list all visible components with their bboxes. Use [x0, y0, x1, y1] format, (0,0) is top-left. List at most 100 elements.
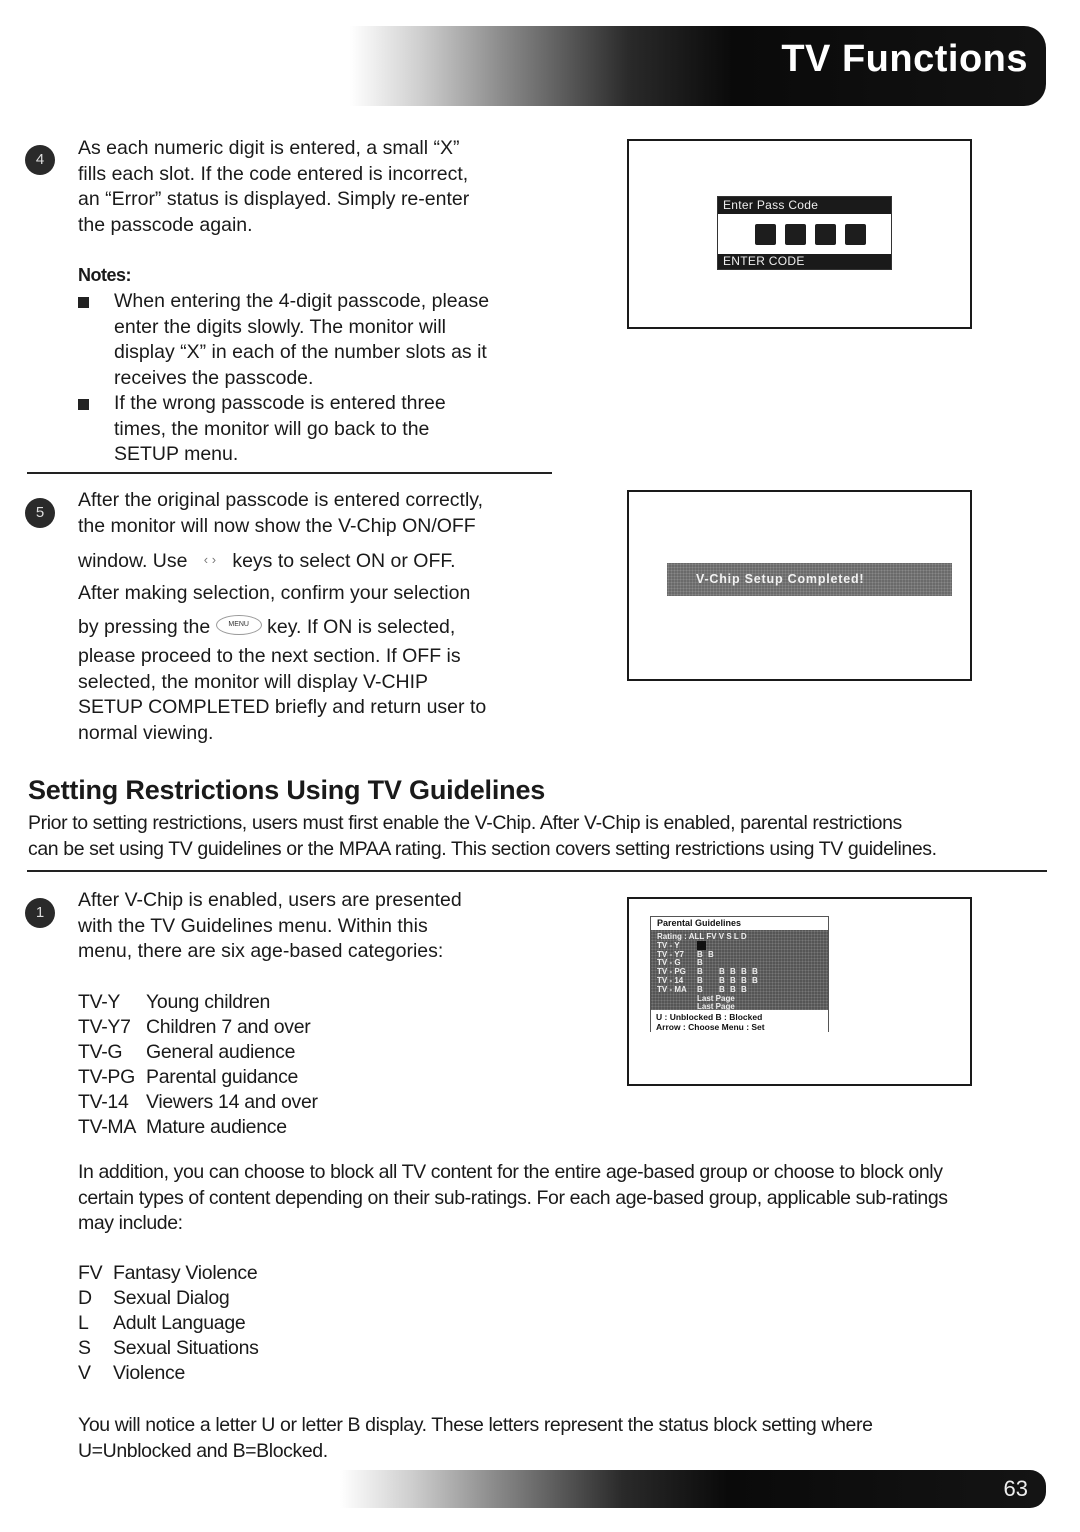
rating-row[interactable]: TV - MA B B B B	[657, 985, 828, 994]
text-line: After V-Chip is enabled, users are prese…	[78, 889, 462, 911]
rating-cells: BBBB	[697, 985, 763, 994]
category-desc: Parental guidance	[146, 1066, 299, 1088]
sub-rating-code: V	[78, 1362, 91, 1384]
rating-status-cell[interactable]: B	[697, 976, 708, 985]
rating-row-label: TV - Y	[657, 940, 680, 950]
text-line: selected, the monitor will display V-CHI…	[78, 670, 429, 693]
rating-status-cell[interactable]: B	[741, 967, 752, 976]
menu-key-icon: MENU	[215, 615, 262, 636]
rating-status-cell[interactable]: B	[697, 958, 708, 967]
rating-status-cell[interactable]	[708, 958, 719, 967]
rating-row-label: TV - Y7	[657, 949, 684, 959]
text-line: SETUP COMPLETED briefly and return user …	[78, 696, 487, 718]
rating-status-cell[interactable]: B	[697, 950, 708, 959]
text-span: by pressing the	[78, 615, 211, 638]
sub-rating-list: FV Fantasy Violence D Sexual Dialog L Adult…	[78, 1261, 259, 1386]
rating-row-label: TV - 14	[657, 975, 684, 985]
text-line: Prior to setting restrictions, users mus…	[28, 812, 902, 834]
rating-status-cell[interactable]	[752, 958, 763, 967]
sub-rating-code: FV	[78, 1262, 103, 1284]
rating-status-cell[interactable]: B	[719, 967, 730, 976]
rating-row-label: TV - PG	[657, 967, 686, 977]
rating-status-cell[interactable]: B	[730, 967, 741, 976]
rating-cells: B	[697, 958, 763, 967]
text-line: enter the digits slowly. The monitor wil…	[114, 315, 446, 338]
rating-status-cell[interactable]	[708, 976, 719, 985]
parental-guidelines-screen: Parental Guidelines Rating : ALL FV V S …	[627, 897, 972, 1086]
rating-status-cell[interactable]	[741, 950, 752, 959]
rating-status-cell[interactable]	[719, 941, 730, 950]
notes-list: When entering the 4-digit passcode, plea…	[78, 289, 558, 468]
passcode-slot	[815, 223, 836, 245]
sub-rating-code: S	[78, 1337, 91, 1359]
rating-status-cell[interactable]	[752, 950, 763, 959]
divider	[27, 870, 1047, 872]
rating-status-cell[interactable]	[719, 958, 730, 967]
rating-status-cell[interactable]: B	[730, 976, 741, 985]
rating-status-cell[interactable]	[730, 958, 741, 967]
controls-hint: Arrow : Choose Menu : Set	[656, 1022, 765, 1032]
rating-row[interactable]: TV - PG B B B B B	[657, 967, 828, 976]
rating-header-row: Rating : ALL FV V S L D	[657, 932, 747, 941]
vchip-complete-message: V-Chip Setup Completed!	[667, 563, 952, 596]
category-row: TV-G General audience	[78, 1040, 318, 1065]
rating-status-cell[interactable]: B	[708, 950, 719, 959]
rating-status-cell[interactable]	[752, 985, 763, 994]
passcode-slot	[755, 223, 776, 245]
passcode-screen: Enter Pass Code ENTER CODE	[627, 139, 972, 329]
rating-status-cell[interactable]: B	[752, 976, 763, 985]
note-item: If the wrong passcode is entered three t…	[78, 391, 558, 468]
text-line: After the original passcode is entered c…	[78, 489, 484, 511]
rating-status-cell[interactable]: B	[741, 976, 752, 985]
section-title: Setting Restrictions Using TV Guidelines	[28, 775, 546, 805]
text-line: by pressing the MENU key. If ON is selec…	[78, 615, 558, 641]
text-line: When entering the 4-digit passcode, plea…	[114, 290, 490, 312]
step-1-badge: 1	[25, 898, 55, 928]
step-5-badge: 5	[25, 498, 55, 528]
text-line: please proceed to the next section. If O…	[78, 645, 461, 667]
category-row: TV-MA Mature audience	[78, 1115, 318, 1140]
rating-status-cell[interactable]	[708, 941, 719, 950]
category-code: TV-G	[78, 1041, 123, 1063]
text-line: the monitor will now show the V-Chip ON/…	[78, 514, 476, 537]
text-line: an “Error” status is displayed. Simply r…	[78, 188, 470, 210]
category-code: TV-14	[78, 1091, 129, 1113]
rating-status-cell[interactable]: B	[719, 985, 730, 994]
rating-status-cell[interactable]: B	[741, 985, 752, 994]
text-line: window. Use ‹ › keys to select ON or OFF…	[78, 549, 558, 575]
rating-status-cell[interactable]	[741, 941, 752, 950]
rating-row[interactable]: TV - Y U	[657, 940, 828, 950]
parental-guidelines-title: Parental Guidelines	[651, 917, 828, 930]
status-legend: U : Unblocked B : Blocked	[656, 1012, 763, 1022]
sub-rating-desc: Violence	[113, 1362, 186, 1384]
rating-row[interactable]: TV - G B	[657, 958, 828, 967]
text-line: After making selection, confirm your sel…	[78, 582, 471, 604]
rating-row[interactable]: TV - 14 B B B B B	[657, 976, 828, 985]
rating-status-cell[interactable]: U	[697, 940, 706, 950]
text-line: receives the passcode.	[114, 366, 314, 389]
rating-status-cell[interactable]: B	[719, 976, 730, 985]
text-line: display “X” in each of the number slots …	[114, 341, 487, 363]
rating-status-cell[interactable]	[719, 950, 730, 959]
category-row: TV-14 Viewers 14 and over	[78, 1090, 318, 1115]
rating-status-cell[interactable]: B	[697, 967, 708, 976]
last-page-link[interactable]: Last Page	[657, 994, 828, 1003]
rating-status-cell[interactable]	[730, 950, 741, 959]
rating-status-cell[interactable]	[730, 941, 741, 950]
rating-status-cell[interactable]	[763, 950, 774, 959]
text-line: U=Unblocked and B=Blocked.	[78, 1439, 328, 1462]
rating-status-cell[interactable]: B	[752, 967, 763, 976]
category-row: TV-PG Parental guidance	[78, 1065, 318, 1090]
rating-status-cell[interactable]	[752, 941, 763, 950]
rating-status-cell[interactable]	[741, 958, 752, 967]
rating-status-cell[interactable]	[708, 985, 719, 994]
rating-row[interactable]: TV - Y7 B B	[657, 950, 828, 959]
left-right-arrow-keys-icon: ‹ ›	[203, 552, 217, 567]
sub-rating-row: V Violence	[78, 1361, 259, 1386]
text-line: fills each slot. If the code entered is …	[78, 162, 469, 185]
sub-rating-desc: Sexual Situations	[113, 1337, 259, 1359]
rating-status-cell[interactable]: B	[730, 985, 741, 994]
sub-rating-desc: Fantasy Violence	[113, 1262, 258, 1284]
rating-status-cell[interactable]	[708, 967, 719, 976]
rating-status-cell[interactable]: B	[697, 985, 708, 994]
